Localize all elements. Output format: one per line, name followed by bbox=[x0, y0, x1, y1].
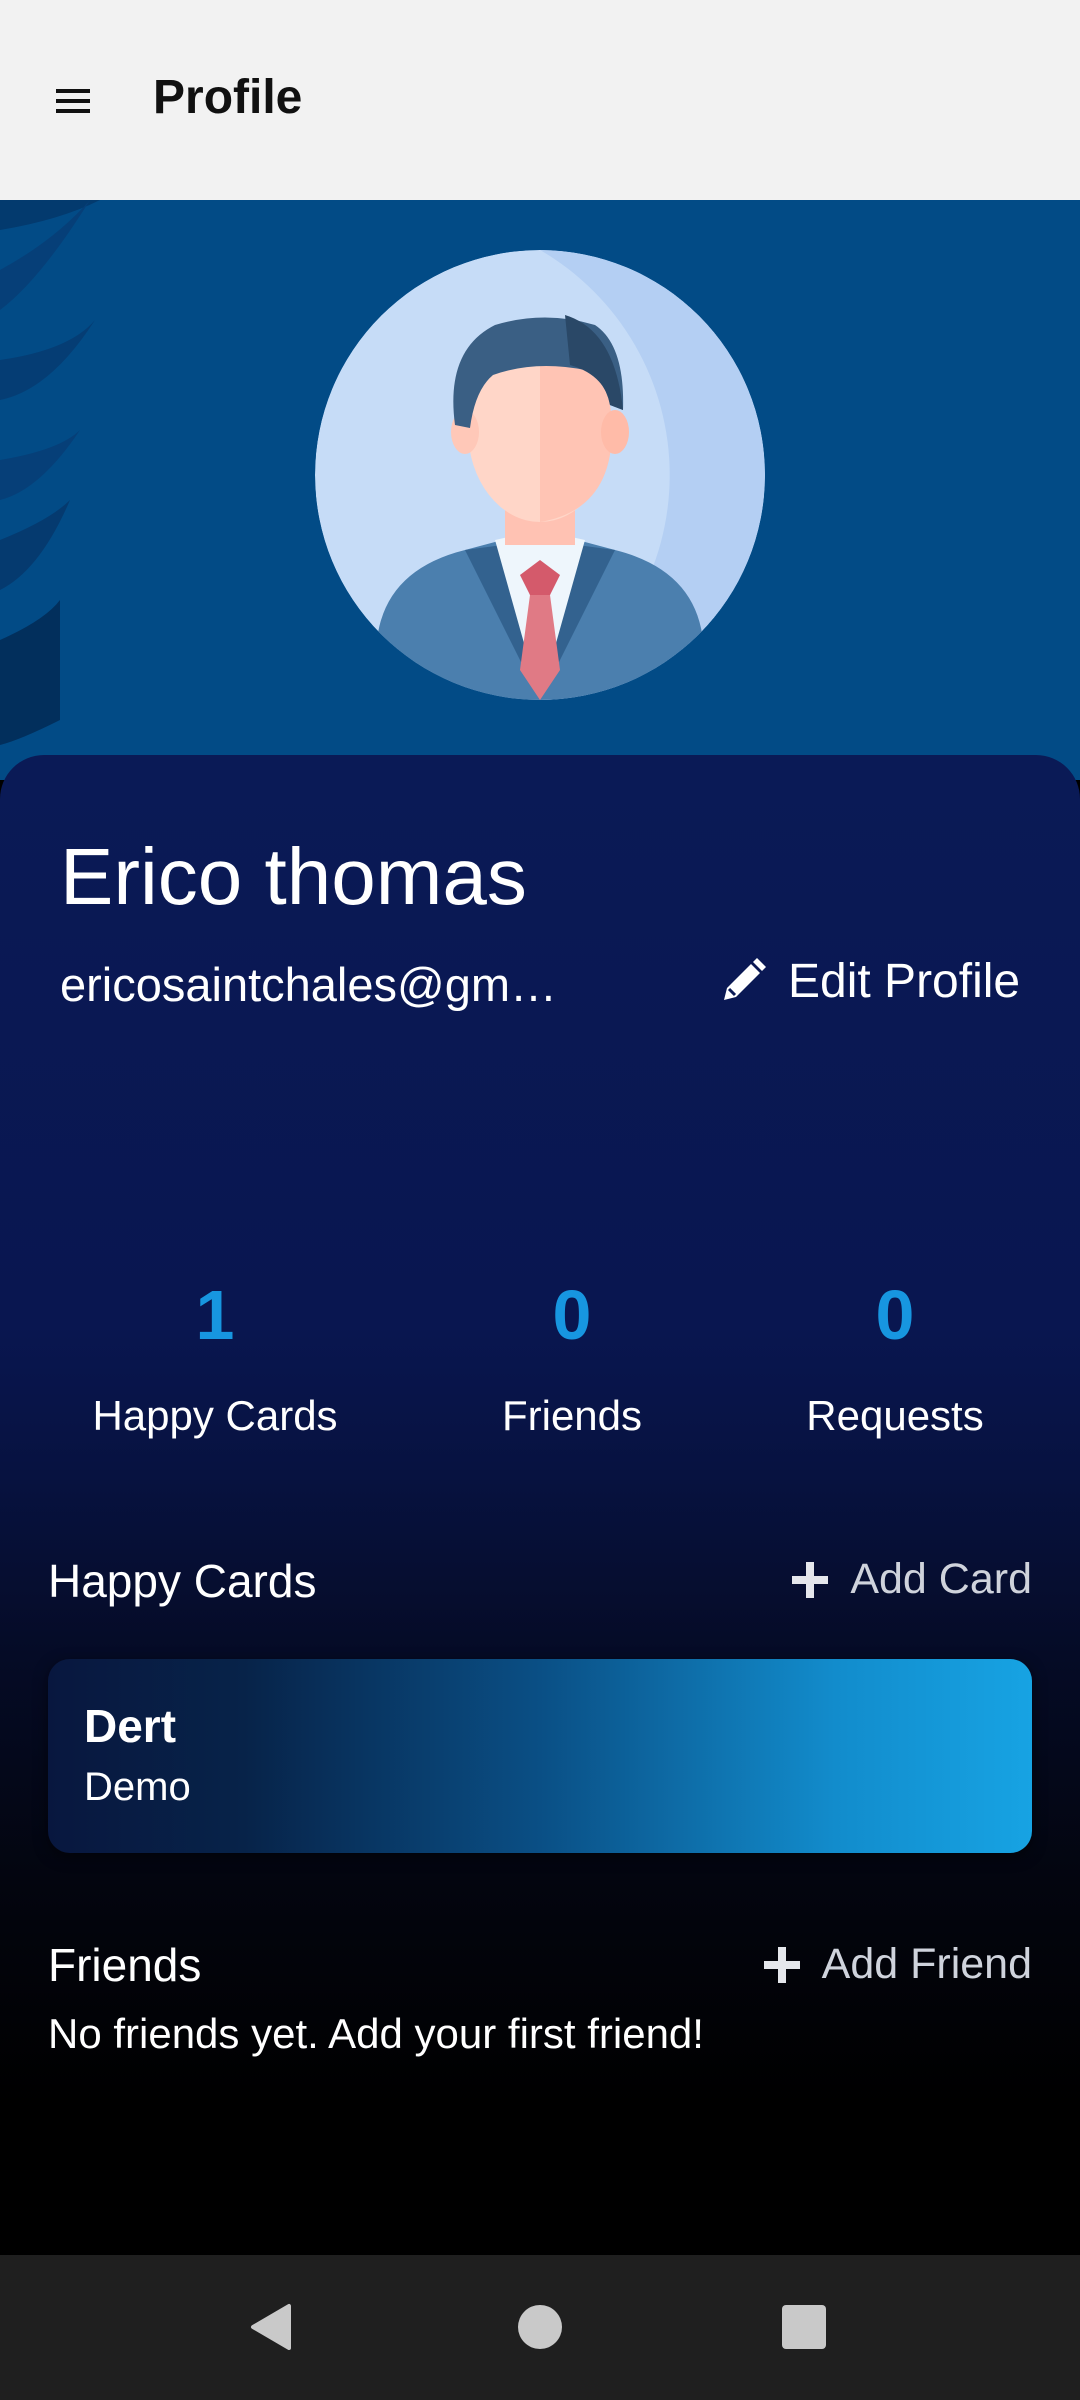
stat-label: Requests bbox=[806, 1392, 984, 1439]
happy-card-item[interactable]: Dert Demo bbox=[48, 1659, 1032, 1853]
stat-label: Happy Cards bbox=[92, 1392, 338, 1439]
profile-header-background bbox=[0, 200, 1080, 780]
profile-panel: Erico thomas ericosaintchales@gm… Edit P… bbox=[0, 755, 1080, 2255]
stat-label: Friends bbox=[501, 1392, 643, 1439]
add-friend-button[interactable]: Add Friend bbox=[763, 1940, 1032, 1989]
hamburger-menu-icon[interactable] bbox=[48, 76, 98, 126]
app-bar: Profile bbox=[0, 0, 1080, 200]
system-navigation-bar bbox=[0, 2255, 1080, 2400]
edit-profile-label: Edit Profile bbox=[788, 954, 1021, 1008]
recents-square-icon[interactable] bbox=[772, 2295, 836, 2359]
home-circle-icon[interactable] bbox=[508, 2295, 572, 2359]
stat-friends[interactable]: 0 Friends bbox=[407, 1280, 737, 1440]
stat-value: 0 bbox=[875, 1276, 915, 1354]
edit-profile-button[interactable]: Edit Profile bbox=[720, 951, 1020, 1011]
add-friend-label: Add Friend bbox=[821, 1940, 1032, 1988]
stat-happy-cards[interactable]: 1 Happy Cards bbox=[50, 1280, 380, 1440]
back-triangle-icon[interactable] bbox=[240, 2295, 304, 2359]
card-title: Dert bbox=[84, 1700, 177, 1752]
friends-empty-message: No friends yet. Add your first friend! bbox=[48, 2010, 704, 2057]
friends-section-title: Friends bbox=[48, 1939, 202, 1991]
stat-value: 1 bbox=[195, 1276, 235, 1354]
profile-email: ericosaintchales@gm… bbox=[60, 958, 558, 1011]
happy-cards-section-title: Happy Cards bbox=[48, 1555, 317, 1607]
stat-requests[interactable]: 0 Requests bbox=[730, 1280, 1060, 1440]
pencil-icon bbox=[724, 958, 766, 1000]
page-title: Profile bbox=[153, 71, 303, 124]
profile-avatar[interactable] bbox=[315, 250, 765, 700]
add-card-button[interactable]: Add Card bbox=[792, 1555, 1032, 1604]
plus-icon bbox=[763, 1946, 800, 1983]
profile-name: Erico thomas bbox=[60, 832, 527, 921]
leaf-decoration bbox=[0, 200, 100, 745]
stat-value: 0 bbox=[552, 1276, 592, 1354]
plus-icon bbox=[792, 1561, 829, 1598]
add-card-label: Add Card bbox=[850, 1555, 1032, 1603]
card-subtitle: Demo bbox=[84, 1765, 191, 1809]
